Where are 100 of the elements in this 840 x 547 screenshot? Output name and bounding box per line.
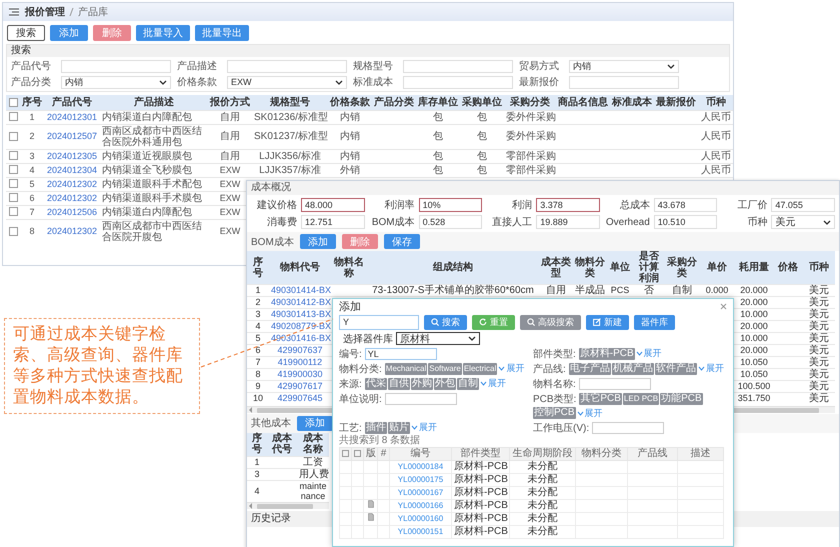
input-field[interactable]: 0.528: [418, 215, 482, 229]
input-field[interactable]: [384, 392, 457, 404]
product-code-link[interactable]: 2024012507: [46, 131, 98, 141]
currency-select[interactable]: 美元: [771, 215, 835, 229]
input-field[interactable]: 19.889: [536, 215, 600, 229]
input-field[interactable]: [592, 422, 664, 434]
library-select[interactable]: 原材料: [396, 332, 480, 345]
input-field[interactable]: 48.000: [301, 198, 365, 212]
table-cell: 内销渠道眼科手术配包: [102, 178, 202, 190]
input-field[interactable]: YL: [364, 348, 437, 360]
input-field[interactable]: [578, 378, 651, 390]
product-code-link[interactable]: 2024012302: [46, 226, 98, 236]
material-code-link[interactable]: 419900030: [277, 369, 323, 379]
filter-tag[interactable]: 功能PCB: [660, 392, 703, 404]
filter-label: 产品线:: [533, 362, 566, 376]
checkbox[interactable]: [8, 193, 18, 202]
filter-tag[interactable]: 外包: [434, 378, 456, 390]
toolbar-button[interactable]: 添加: [50, 25, 88, 41]
toolbar-button[interactable]: 搜索: [7, 25, 45, 41]
action-button[interactable]: 添加: [300, 234, 336, 249]
toolbar-button[interactable]: 批量导出: [195, 25, 249, 41]
checkbox[interactable]: [8, 112, 18, 122]
select-field[interactable]: 内销: [61, 76, 171, 88]
input-field[interactable]: [227, 60, 347, 72]
checkbox[interactable]: [8, 207, 18, 216]
checkbox[interactable]: [8, 179, 18, 188]
column-header: 物料名称: [331, 251, 367, 284]
input-field[interactable]: [569, 76, 679, 88]
scrollbar[interactable]: [247, 502, 329, 509]
input-field[interactable]: 12.751: [301, 215, 365, 229]
column-header: 币种: [698, 95, 733, 110]
filter-tag[interactable]: 贴片: [388, 422, 410, 434]
expand-link[interactable]: 展开: [480, 377, 506, 390]
input-field[interactable]: 3.378: [536, 198, 600, 212]
input-field[interactable]: 10.510: [654, 215, 718, 229]
close-icon[interactable]: [720, 302, 727, 310]
action-button[interactable]: 删除: [342, 234, 378, 249]
input-field[interactable]: [403, 60, 513, 72]
filter-tag[interactable]: 机械产品: [612, 362, 654, 374]
dialog-button[interactable]: 重置: [472, 314, 515, 330]
input-field[interactable]: 43.678: [654, 198, 718, 212]
filter-tag[interactable]: 其它PCB: [579, 392, 622, 404]
action-button[interactable]: 保存: [384, 234, 420, 249]
table-cell: 内销渠道白内障配包: [102, 112, 192, 122]
filter-tag[interactable]: 自供: [388, 378, 410, 390]
filter-tag[interactable]: LED PCB: [622, 392, 660, 404]
toolbar-button[interactable]: 删除: [93, 25, 131, 41]
checkbox[interactable]: [342, 450, 349, 457]
filter-tag[interactable]: Mechanical: [384, 362, 428, 374]
dialog-button[interactable]: 新建: [586, 314, 629, 330]
input-field[interactable]: 10%: [418, 198, 482, 212]
filter-tag[interactable]: 原材料-PCB: [578, 348, 635, 360]
checkbox[interactable]: [8, 226, 18, 236]
material-code-link[interactable]: 490301416-BX: [271, 333, 332, 343]
product-code-link[interactable]: 2024012305: [46, 150, 98, 160]
material-code-link[interactable]: 490208779-BX: [271, 321, 332, 331]
filter-tag[interactable]: 控制PCB: [533, 407, 576, 419]
material-code-link[interactable]: 419900112: [278, 357, 322, 367]
input-field[interactable]: [61, 60, 171, 72]
action-button[interactable]: 添加: [297, 416, 333, 430]
toolbar-button[interactable]: 批量导入: [136, 25, 190, 41]
expand-link[interactable]: 展开: [498, 362, 524, 375]
dialog-button[interactable]: 器件库: [634, 314, 675, 330]
expand-link[interactable]: 展开: [576, 406, 603, 420]
material-code-link[interactable]: 429907637: [277, 345, 323, 355]
filter-tag[interactable]: Electrical: [462, 362, 498, 374]
select-field[interactable]: EXW: [227, 76, 347, 88]
material-code-link[interactable]: 490301413-BX: [271, 309, 332, 319]
filter-tag[interactable]: 软件产品: [654, 362, 697, 374]
filter-tag[interactable]: Software: [428, 362, 462, 374]
product-code-link[interactable]: 2024012304: [46, 164, 98, 174]
input-field[interactable]: 47.055: [771, 198, 835, 212]
product-code-link[interactable]: 2024012506: [46, 206, 98, 216]
checkbox[interactable]: [8, 165, 18, 174]
checkbox[interactable]: [354, 450, 361, 457]
expand-link[interactable]: 展开: [636, 347, 662, 360]
dialog-button[interactable]: 搜索: [424, 314, 467, 330]
filter-tag[interactable]: 代采: [364, 378, 387, 390]
filter-tag[interactable]: 插件: [364, 422, 387, 434]
material-code-link[interactable]: 429907617: [277, 381, 323, 391]
input-field[interactable]: [403, 76, 513, 88]
filter-tag[interactable]: 外购: [410, 378, 433, 390]
material-code-link[interactable]: 490301414-BX: [271, 285, 332, 295]
product-code-link[interactable]: 2024012302: [46, 192, 98, 202]
filter-tag[interactable]: 电子产品: [568, 362, 611, 374]
product-code-link[interactable]: 2024012301: [46, 112, 98, 122]
dialog-button[interactable]: 高级搜索: [520, 314, 581, 330]
material-code-link[interactable]: 490301412-BX: [271, 297, 332, 307]
checkbox[interactable]: [8, 98, 18, 107]
breadcrumb-section[interactable]: 报价管理: [25, 5, 65, 19]
select-field[interactable]: 内销: [569, 60, 679, 72]
product-code-link[interactable]: 2024012302: [46, 178, 98, 188]
material-code-link[interactable]: 429907645: [277, 393, 323, 404]
menu-icon[interactable]: [9, 8, 19, 16]
checkbox[interactable]: [8, 132, 18, 141]
expand-link[interactable]: 展开: [698, 362, 724, 375]
expand-link[interactable]: 展开: [410, 421, 437, 434]
checkbox[interactable]: [8, 151, 18, 160]
filter-tag[interactable]: 自制: [456, 378, 479, 390]
search-field[interactable]: Y: [339, 314, 419, 330]
